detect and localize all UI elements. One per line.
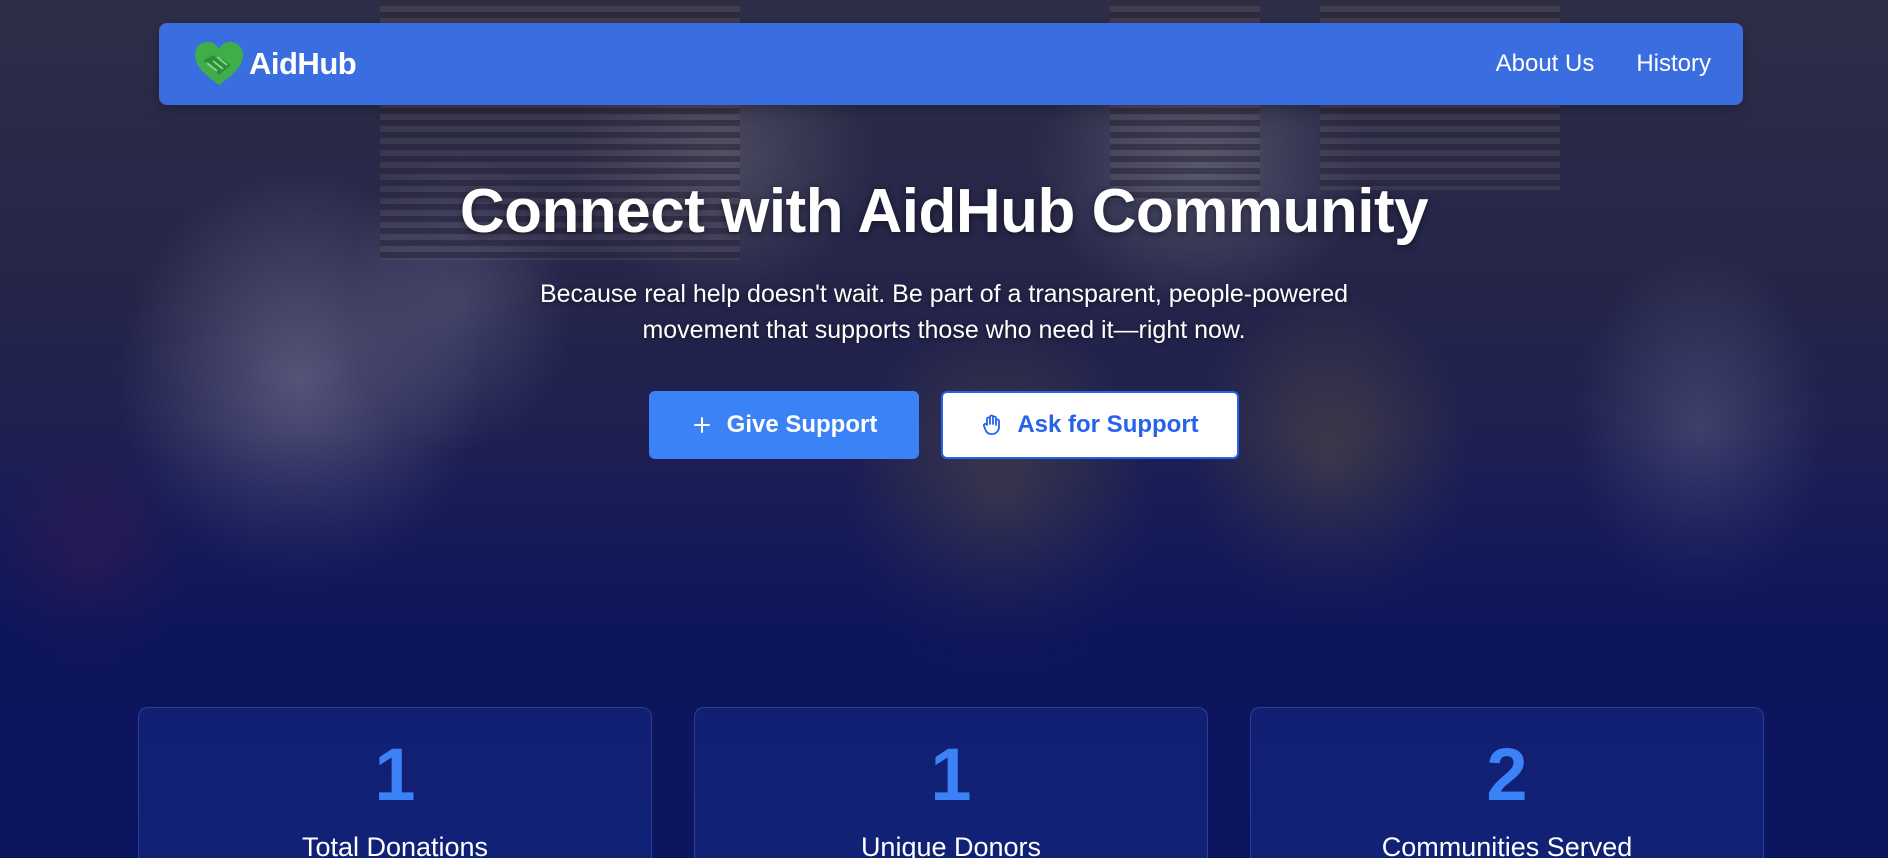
hand-icon [981,414,1003,436]
nav-link-history[interactable]: History [1636,50,1711,78]
brand-name: AidHub [249,46,357,81]
nav-link-about-us[interactable]: About Us [1496,50,1595,78]
stat-card-communities-served: 2 Communities Served [1250,707,1764,858]
hero-title: Connect with AidHub Community [459,177,1429,246]
stat-label: Communities Served [1381,832,1633,858]
heart-handshake-icon [193,41,245,87]
give-support-label: Give Support [726,411,878,438]
stat-value: 1 [930,733,972,816]
cta-buttons: Give Support Ask for Support [0,391,1888,459]
plus-icon [691,414,713,436]
ask-for-support-label: Ask for Support [1017,411,1199,438]
stat-label: Unique Donors [860,832,1042,858]
stat-label: Total Donations [301,832,489,858]
stat-value: 1 [374,733,416,816]
stat-card-unique-donors: 1 Unique Donors [694,707,1208,858]
stat-value: 2 [1486,733,1528,816]
ask-for-support-button[interactable]: Ask for Support [941,391,1239,459]
stats-section: 1 Total Donations 1 Unique Donors 2 Comm… [138,707,1764,858]
navbar: AidHub About Us History [159,23,1743,105]
hero-subtitle: Because real help doesn't wait. Be part … [539,280,1349,344]
brand[interactable]: AidHub [193,41,357,87]
nav-links: About Us History [1496,50,1711,78]
give-support-button[interactable]: Give Support [649,391,919,459]
stat-card-total-donations: 1 Total Donations [138,707,652,858]
